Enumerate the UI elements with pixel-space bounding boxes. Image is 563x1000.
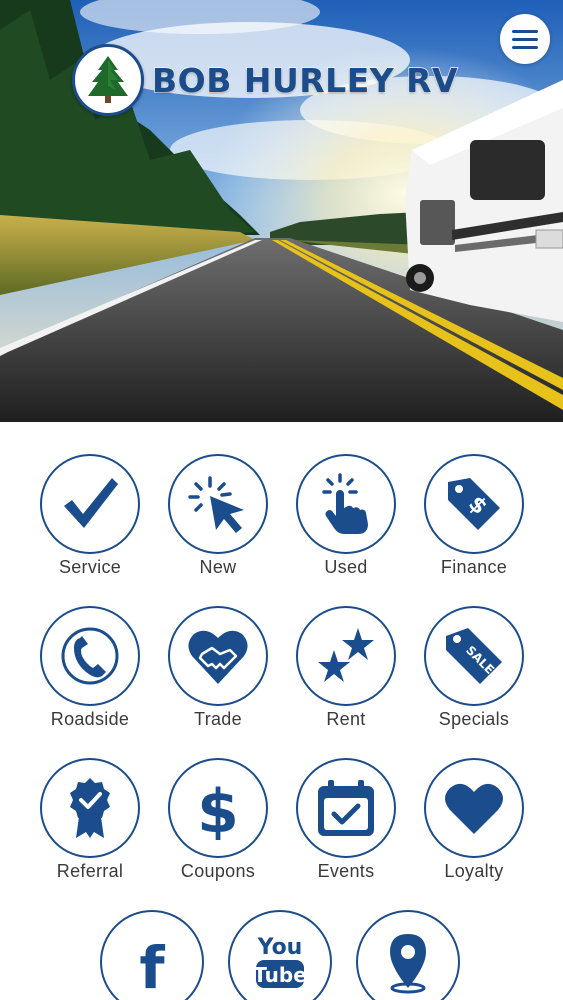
tile-coupons-label: Coupons [180,861,256,881]
calendar-check-icon [318,780,374,836]
tile-specials[interactable]: SALE Specials [410,606,538,746]
svg-text:You: You [257,935,303,960]
tile-used-label: Used [324,557,368,577]
tile-events[interactable]: Events [282,758,410,898]
cursor-click-icon [188,476,244,533]
tile-roadside-circle[interactable] [40,606,140,706]
tile-referral-label: Referral [56,861,124,881]
tile-trade[interactable]: Trade [154,606,282,746]
tile-new-label: New [199,557,237,577]
tile-directions-circle[interactable] [356,910,460,1000]
hero-banner: BOB HURLEY RV [0,0,563,422]
tile-finance[interactable]: $ Finance [410,454,538,594]
dollar-sign-icon: $ [197,777,239,840]
tile-youtube-circle[interactable]: You Tube [228,910,332,1000]
stars-icon [318,628,374,682]
price-tag-dollar-icon: $ [448,478,500,530]
tile-trade-circle[interactable] [168,606,268,706]
tile-finance-label: Finance [440,557,508,577]
tile-rent-circle[interactable] [296,606,396,706]
tile-rent[interactable]: Rent [282,606,410,746]
tile-directions[interactable] [344,910,472,1000]
brand-logo: BOB HURLEY RV [72,40,458,120]
tile-events-label: Events [317,861,375,881]
tile-events-circle[interactable] [296,758,396,858]
svg-text:$: $ [197,777,239,840]
svg-text:Tube: Tube [253,963,307,987]
tile-new-circle[interactable] [168,454,268,554]
tile-coupons[interactable]: $ Coupons [154,758,282,898]
handshake-heart-icon [188,630,248,684]
location-pin-icon [390,934,426,994]
tile-service-circle[interactable] [40,454,140,554]
tile-finance-circle[interactable]: $ [424,454,524,554]
tile-roadside[interactable]: Roadside [26,606,154,746]
tile-rent-label: Rent [326,709,366,729]
tile-loyalty-circle[interactable] [424,758,524,858]
sale-tag-icon: SALE [446,628,502,684]
tile-specials-label: Specials [438,709,510,729]
tile-used-circle[interactable] [296,454,396,554]
feature-grid: Service New Used $ Finance Roadside Trad… [0,422,563,1000]
checkmark-icon [64,478,118,528]
tile-coupons-circle[interactable]: $ [168,758,268,858]
tile-service-label: Service [58,557,122,577]
tile-referral-circle[interactable] [40,758,140,858]
tile-referral[interactable]: Referral [26,758,154,898]
tap-hand-icon [322,473,368,534]
phone-icon [61,627,119,685]
heart-icon [445,783,503,834]
tile-service[interactable]: Service [26,454,154,594]
award-ribbon-icon [70,778,110,838]
tile-facebook[interactable]: f [88,910,216,1000]
tile-specials-circle[interactable]: SALE [424,606,524,706]
facebook-icon: f [139,934,165,994]
hamburger-menu-button[interactable] [500,14,550,64]
tile-youtube[interactable]: You Tube [216,910,344,1000]
brand-name: BOB HURLEY RV [151,60,459,101]
svg-text:f: f [139,934,165,994]
hamburger-icon [512,29,538,33]
tile-trade-label: Trade [194,709,242,729]
tile-used[interactable]: Used [282,454,410,594]
tile-new[interactable]: New [154,454,282,594]
youtube-icon: You Tube [253,935,307,988]
pine-tree-logo-icon [72,44,144,116]
tile-loyalty[interactable]: Loyalty [410,758,538,898]
tile-loyalty-label: Loyalty [444,861,504,881]
tile-roadside-label: Roadside [50,709,130,729]
tile-facebook-circle[interactable]: f [100,910,204,1000]
